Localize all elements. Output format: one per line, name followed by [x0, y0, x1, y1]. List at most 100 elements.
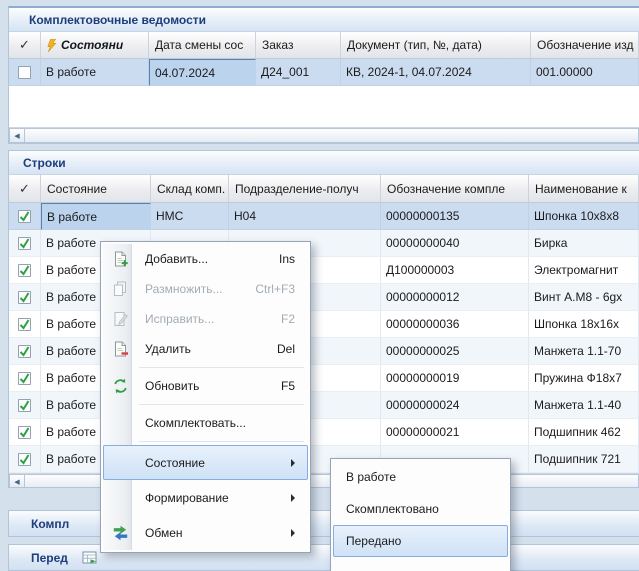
state-lightning-icon: [47, 39, 57, 52]
column-header-order[interactable]: Заказ: [256, 32, 341, 58]
row-checkbox[interactable]: [18, 264, 31, 277]
column-header-date[interactable]: Дата смены сос: [149, 32, 256, 58]
horizontal-scrollbar[interactable]: ◀: [9, 127, 639, 143]
cell-name[interactable]: Шпонка 10х8х8: [529, 203, 639, 230]
scroll-left-button[interactable]: ◀: [9, 474, 25, 488]
cell-state[interactable]: В работе: [41, 59, 149, 86]
cell-document[interactable]: КВ, 2024-1, 04.07.2024: [341, 59, 531, 86]
menu-item-label: Исправить...: [145, 312, 269, 326]
column-header-department[interactable]: Подразделение-получ: [229, 175, 381, 202]
row-checkbox[interactable]: [18, 372, 31, 385]
context-menu: Добавить... Ins Размножить... Ctrl+F3 Ис…: [100, 241, 311, 553]
cell-name[interactable]: Винт А.М8 - 6gх: [529, 284, 639, 311]
cell-name[interactable]: Бирка: [529, 230, 639, 257]
row-select-cell[interactable]: [9, 311, 41, 338]
row-select-cell[interactable]: [9, 392, 41, 419]
table-row[interactable]: В работе 04.07.2024 Д24_001 КВ, 2024-1, …: [9, 59, 639, 86]
table-icon: [82, 550, 97, 565]
row-select-cell[interactable]: [9, 230, 41, 257]
check-icon: [19, 400, 30, 411]
menu-item-state[interactable]: Состояние: [103, 445, 308, 480]
scrollbar-thumb[interactable]: [25, 128, 639, 143]
menu-item-skomplektovat[interactable]: Скомплектовать...: [103, 408, 308, 438]
row-select-cell[interactable]: [9, 419, 41, 446]
row-select-cell[interactable]: [9, 338, 41, 365]
cell-designation[interactable]: 00000000025: [381, 338, 529, 365]
column-header-warehouse[interactable]: Склад комп.: [151, 175, 229, 202]
cell-name[interactable]: Манжета 1.1-40: [529, 392, 639, 419]
edit-icon: [112, 311, 129, 328]
panel-stroki-header: Строки: [9, 151, 639, 175]
menu-item-delete[interactable]: Удалить Del: [103, 334, 308, 364]
row-checkbox[interactable]: [18, 318, 31, 331]
check-all-icon: ✓: [19, 37, 30, 53]
cell-name[interactable]: Подшипник 462: [529, 419, 639, 446]
cell-designation[interactable]: 00000000135: [381, 203, 529, 230]
refresh-icon: [112, 378, 129, 395]
cell-designation[interactable]: 00000000024: [381, 392, 529, 419]
cell-order[interactable]: Д24_001: [256, 59, 341, 86]
cell-state[interactable]: В работе: [41, 203, 151, 230]
menu-separator: [139, 404, 304, 405]
cell-name[interactable]: Шпонка 18х16х: [529, 311, 639, 338]
panel-vedomosti-header: Комплектовочные ведомости: [9, 8, 639, 32]
scroll-left-button[interactable]: ◀: [9, 128, 25, 143]
row-checkbox[interactable]: [18, 66, 31, 79]
menu-item-formation[interactable]: Формирование: [103, 480, 308, 515]
row-checkbox[interactable]: [18, 210, 31, 223]
menu-item-duplicate[interactable]: Размножить... Ctrl+F3: [103, 274, 308, 304]
column-header-document[interactable]: Документ (тип, №, дата): [341, 32, 531, 58]
column-header-name[interactable]: Наименование к: [529, 175, 639, 202]
table-row[interactable]: В работе НМС Н04 00000000135 Шпонка 10х8…: [9, 203, 639, 230]
cell-designation[interactable]: 00000000021: [381, 419, 529, 446]
cell-date[interactable]: 04.07.2024: [149, 59, 256, 86]
row-checkbox[interactable]: [18, 237, 31, 250]
row-checkbox[interactable]: [18, 291, 31, 304]
row-select-cell[interactable]: [9, 284, 41, 311]
state-submenu: В работе Скомплектовано Передано: [330, 458, 511, 571]
cell-name[interactable]: Подшипник 721: [529, 446, 639, 473]
menu-item-add[interactable]: Добавить... Ins: [103, 244, 308, 274]
row-select-cell[interactable]: [9, 446, 41, 473]
cell-designation[interactable]: 00000000012: [381, 284, 529, 311]
row-checkbox[interactable]: [18, 453, 31, 466]
check-icon: [19, 346, 30, 357]
row-select-cell[interactable]: [9, 365, 41, 392]
column-header-state[interactable]: Состояни: [41, 32, 149, 58]
row-select-cell[interactable]: [9, 257, 41, 284]
app-window: Комплектовочные ведомости ✓ Состояни Дат…: [0, 0, 639, 571]
column-header-select-all[interactable]: ✓: [9, 175, 41, 202]
row-checkbox[interactable]: [18, 345, 31, 358]
column-header-state[interactable]: Состояние: [41, 175, 151, 202]
submenu-item-peredano[interactable]: Передано: [333, 525, 508, 557]
cell-designation[interactable]: 00000000040: [381, 230, 529, 257]
cell-designation[interactable]: 00000000036: [381, 311, 529, 338]
row-select-cell[interactable]: [9, 59, 41, 86]
row-checkbox[interactable]: [18, 426, 31, 439]
check-icon: [19, 373, 30, 384]
menu-item-label: Скомплектовано: [346, 502, 439, 516]
cell-name[interactable]: Пружина Ф18х7: [529, 365, 639, 392]
row-select-cell[interactable]: [9, 203, 41, 230]
submenu-arrow-icon: [291, 529, 295, 537]
menu-shortcut: Ctrl+F3: [255, 282, 295, 296]
cell-name[interactable]: Манжета 1.1-70: [529, 338, 639, 365]
column-header-label: Состояни: [61, 38, 123, 52]
menu-item-exchange[interactable]: Обмен: [103, 515, 308, 550]
cell-department[interactable]: Н04: [229, 203, 381, 230]
cell-name[interactable]: Электромагнит: [529, 257, 639, 284]
check-icon: [19, 211, 30, 222]
menu-item-edit[interactable]: Исправить... F2: [103, 304, 308, 334]
submenu-item-v-rabote[interactable]: В работе: [333, 461, 508, 493]
cell-designation[interactable]: 001.00000: [531, 59, 639, 86]
column-header-select-all[interactable]: ✓: [9, 32, 41, 58]
menu-item-refresh[interactable]: Обновить F5: [103, 371, 308, 401]
row-checkbox[interactable]: [18, 399, 31, 412]
cell-designation[interactable]: 00000000019: [381, 365, 529, 392]
column-header-designation[interactable]: Обозначение изд: [531, 32, 639, 58]
cell-designation[interactable]: Д100000003: [381, 257, 529, 284]
submenu-item-skomplektovano[interactable]: Скомплектовано: [333, 493, 508, 525]
cell-warehouse[interactable]: НМС: [151, 203, 229, 230]
column-header-designation[interactable]: Обозначение компле: [381, 175, 529, 202]
menu-item-label: Добавить...: [145, 252, 267, 266]
